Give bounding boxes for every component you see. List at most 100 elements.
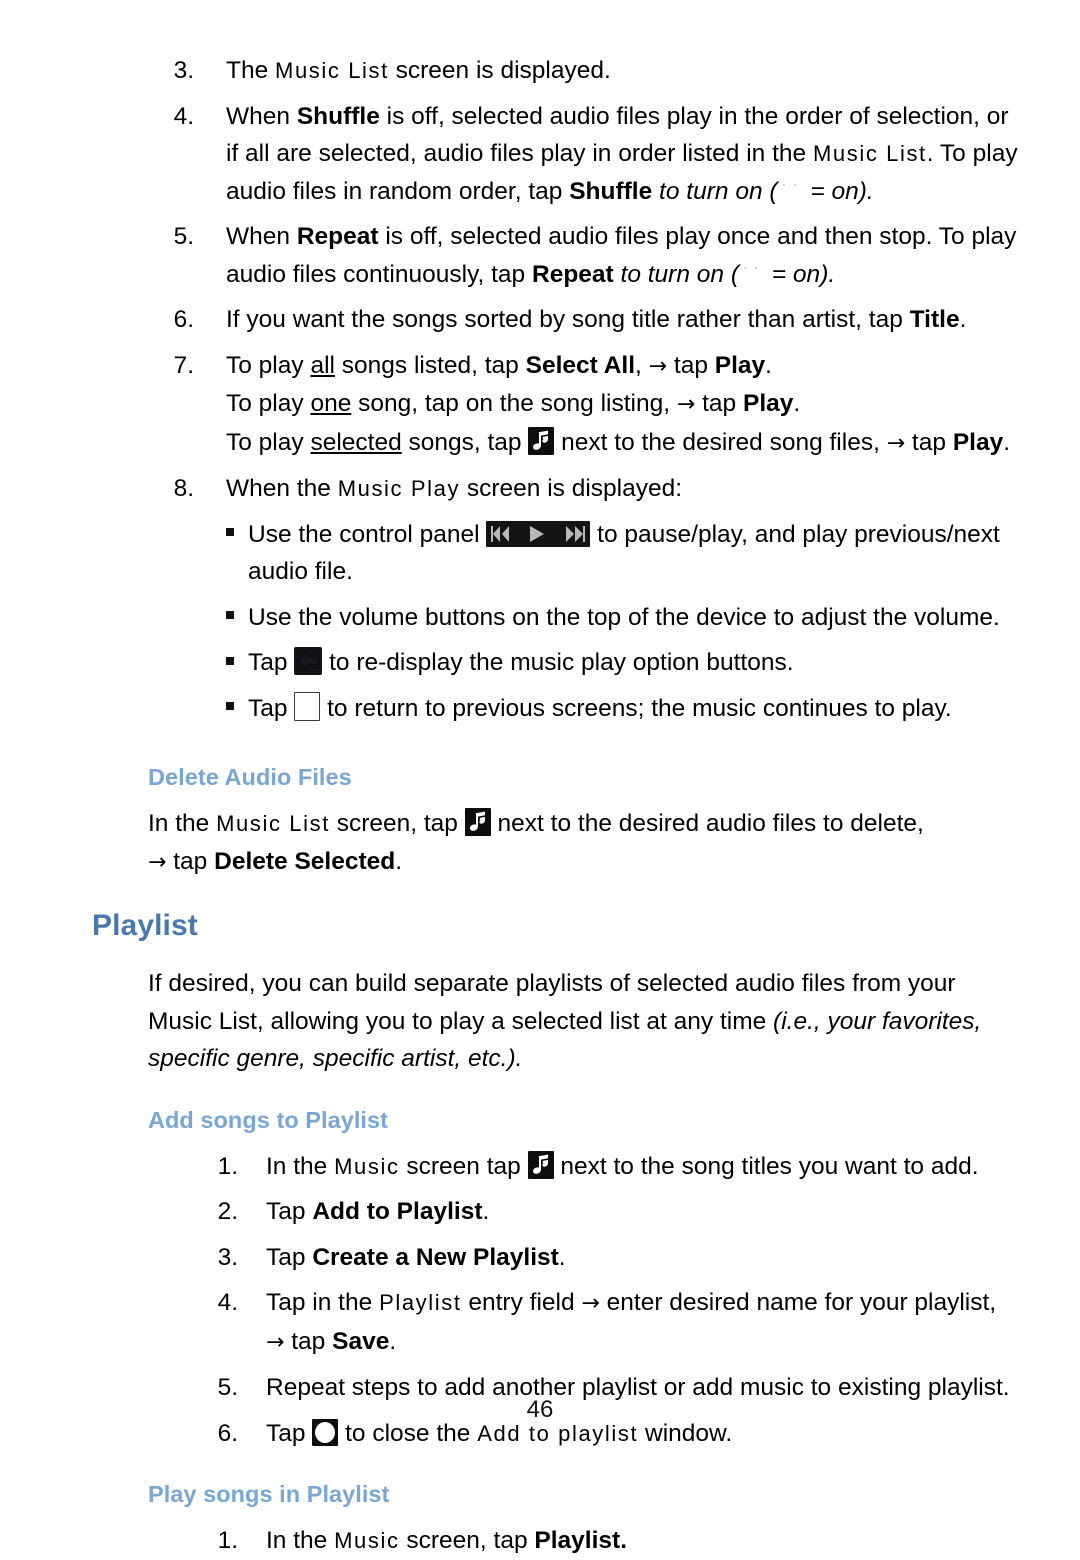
text-fragment: .: [482, 1198, 490, 1225]
bullet-text: Use the volume buttons on the top of the…: [248, 603, 1000, 631]
repeat-on-icon: [739, 265, 765, 285]
list-item-add-4: 4. Tap in the Playlist entry field → ent…: [40, 1284, 1040, 1361]
list-item-step-5: 5. When Repeat is off, selected audio fi…: [40, 218, 1040, 293]
step-number: 4.: [217, 1289, 238, 1316]
step-text: Tap in the Playlist entry field → enter …: [266, 1284, 1040, 1361]
square-bullet-icon: [226, 644, 248, 682]
document-page: 3. The Music List screen is displayed. 4…: [0, 0, 1080, 1554]
ui-label-shuffle: Shuffle: [296, 102, 380, 130]
text-fragment: song, tap on the song listing,: [351, 390, 677, 417]
list-item-add-1: 1. In the Music screen tap next to the s…: [40, 1148, 1040, 1186]
text-fragment: screen, tap: [399, 1527, 535, 1554]
text-fragment: Use the control panel: [248, 520, 487, 548]
text-fragment: Tap: [248, 649, 295, 676]
screen-name: Music List: [812, 141, 927, 166]
bullet-text: Tap to re-display the music play option …: [248, 644, 1040, 682]
screen-name: Music Play: [337, 476, 461, 501]
ui-label-shuffle: Shuffle: [569, 177, 653, 205]
step-text: In the Music screen, tap Playlist.: [266, 1522, 1040, 1560]
text-fragment: to return to previous screens; the music…: [320, 694, 952, 722]
media-controls-icon: [486, 520, 591, 547]
heading-play-songs-in-playlist: Play songs in Playlist: [148, 1481, 390, 1507]
text-fragment: ,: [635, 351, 649, 379]
step-text: To play all songs listed, tap Select All…: [226, 347, 1040, 463]
text-fragment: screen, tap: [329, 810, 465, 837]
arrow-icon: →: [148, 849, 167, 875]
step-number: 3.: [173, 57, 194, 84]
shuffle-on-icon: [778, 182, 804, 202]
add-4-line-1: Tap in the Playlist entry field → enter …: [266, 1284, 1015, 1323]
text-fragment: enter desired name for your playlist,: [599, 1289, 997, 1316]
text-fragment: Tap: [248, 694, 295, 722]
step-text: Tap Add to Playlist.: [266, 1193, 1040, 1231]
delete-line-1: In the Music List screen, tap next to th…: [148, 805, 1010, 843]
text-fragment: Tap in the: [266, 1289, 380, 1316]
text-fragment: to turn on (: [652, 177, 778, 205]
window-name: Add to playlist: [477, 1420, 639, 1446]
text-fragment: next to the desired audio files to delet…: [490, 810, 924, 837]
text-fragment: = on: [765, 260, 821, 288]
window-body: [295, 696, 299, 720]
delete-line-2: → tap Delete Selected.: [148, 843, 1010, 882]
ui-label-repeat: Repeat: [532, 260, 614, 288]
text-fragment: .: [765, 351, 772, 379]
step-number: 1.: [217, 1152, 238, 1180]
list-item-step-3: 3. The Music List screen is displayed.: [40, 52, 1040, 90]
text-fragment: next to the desired song files,: [554, 428, 887, 456]
arrow-icon: →: [581, 1291, 600, 1316]
page-number: 46: [526, 1396, 554, 1423]
text-fragment: .: [793, 390, 801, 417]
list-item-step-4: 4. When Shuffle is off, selected audio f…: [40, 98, 1040, 211]
list-item-bullet-controls: Use the control panel to pause/play, and…: [226, 516, 1040, 591]
step-7-line-3: To play selected songs, tap next to the …: [226, 424, 1020, 463]
emphasis-all: all: [310, 351, 335, 379]
ui-label-play: Play: [952, 428, 1004, 456]
text-fragment: The: [226, 57, 276, 84]
text-fragment: to turn on (: [613, 260, 740, 288]
add-4-line-2: → tap Save.: [266, 1323, 1015, 1362]
list-item-add-2: 2. Tap Add to Playlist.: [40, 1193, 1040, 1231]
step-number: 4.: [173, 102, 194, 130]
text-fragment: In the: [148, 810, 217, 837]
text-fragment: screen tap: [399, 1152, 528, 1180]
list-item-step-7: 7. To play all songs listed, tap Select …: [40, 347, 1040, 463]
step-text: When the Music Play screen is displayed:: [226, 470, 1040, 508]
square-bullet-icon: [226, 516, 248, 554]
step-text: If you want the songs sorted by song tit…: [226, 301, 1040, 339]
text-fragment: ).: [858, 177, 874, 205]
step-text: The Music List screen is displayed.: [226, 52, 1040, 90]
list-item-bullet-redisplay: Tap to re-display the music play option …: [226, 644, 1040, 682]
text-fragment: tap: [166, 847, 215, 875]
text-fragment: When: [226, 223, 297, 250]
music-note-icon: [528, 426, 555, 455]
bullet-text: Tap to return to previous screens; the m…: [248, 690, 1040, 728]
emphasis-selected: selected: [310, 428, 402, 456]
text-fragment: .: [959, 306, 967, 333]
ui-label-title: Title: [909, 306, 960, 333]
delete-audio-files-body: In the Music List screen, tap next to th…: [148, 805, 1040, 881]
text-fragment: Tap: [266, 1198, 313, 1225]
arrow-icon: →: [676, 392, 696, 417]
ui-label-delete-selected: Delete Selected: [214, 847, 396, 875]
ui-label-play: Play: [714, 351, 766, 379]
text-fragment: .: [395, 847, 403, 875]
text-fragment: songs, tap: [401, 428, 529, 456]
heading-playlist: Playlist: [92, 909, 198, 942]
ui-label-playlist: Playlist.: [534, 1527, 627, 1554]
text-fragment: ).: [820, 260, 836, 288]
step-number: 5.: [173, 223, 194, 250]
text-fragment: .: [558, 1243, 566, 1271]
window-icon: [294, 691, 321, 721]
step-number: 3.: [217, 1243, 238, 1271]
text-fragment: .: [1003, 428, 1011, 456]
list-item-add-3: 3. Tap Create a New Playlist.: [40, 1239, 1040, 1277]
arrow-icon: →: [266, 1329, 285, 1355]
text-fragment: To play: [226, 351, 311, 379]
list-item-bullet-volume: Use the volume buttons on the top of the…: [226, 599, 1040, 637]
ui-label-add-to-playlist: Add to Playlist: [312, 1198, 483, 1225]
screen-name: Music: [334, 1528, 400, 1553]
music-note-icon: [464, 808, 491, 836]
list-item-bullet-return: Tap to return to previous screens; the m…: [226, 690, 1040, 728]
text-fragment: tap: [695, 390, 743, 417]
text-fragment: To play: [226, 390, 311, 417]
